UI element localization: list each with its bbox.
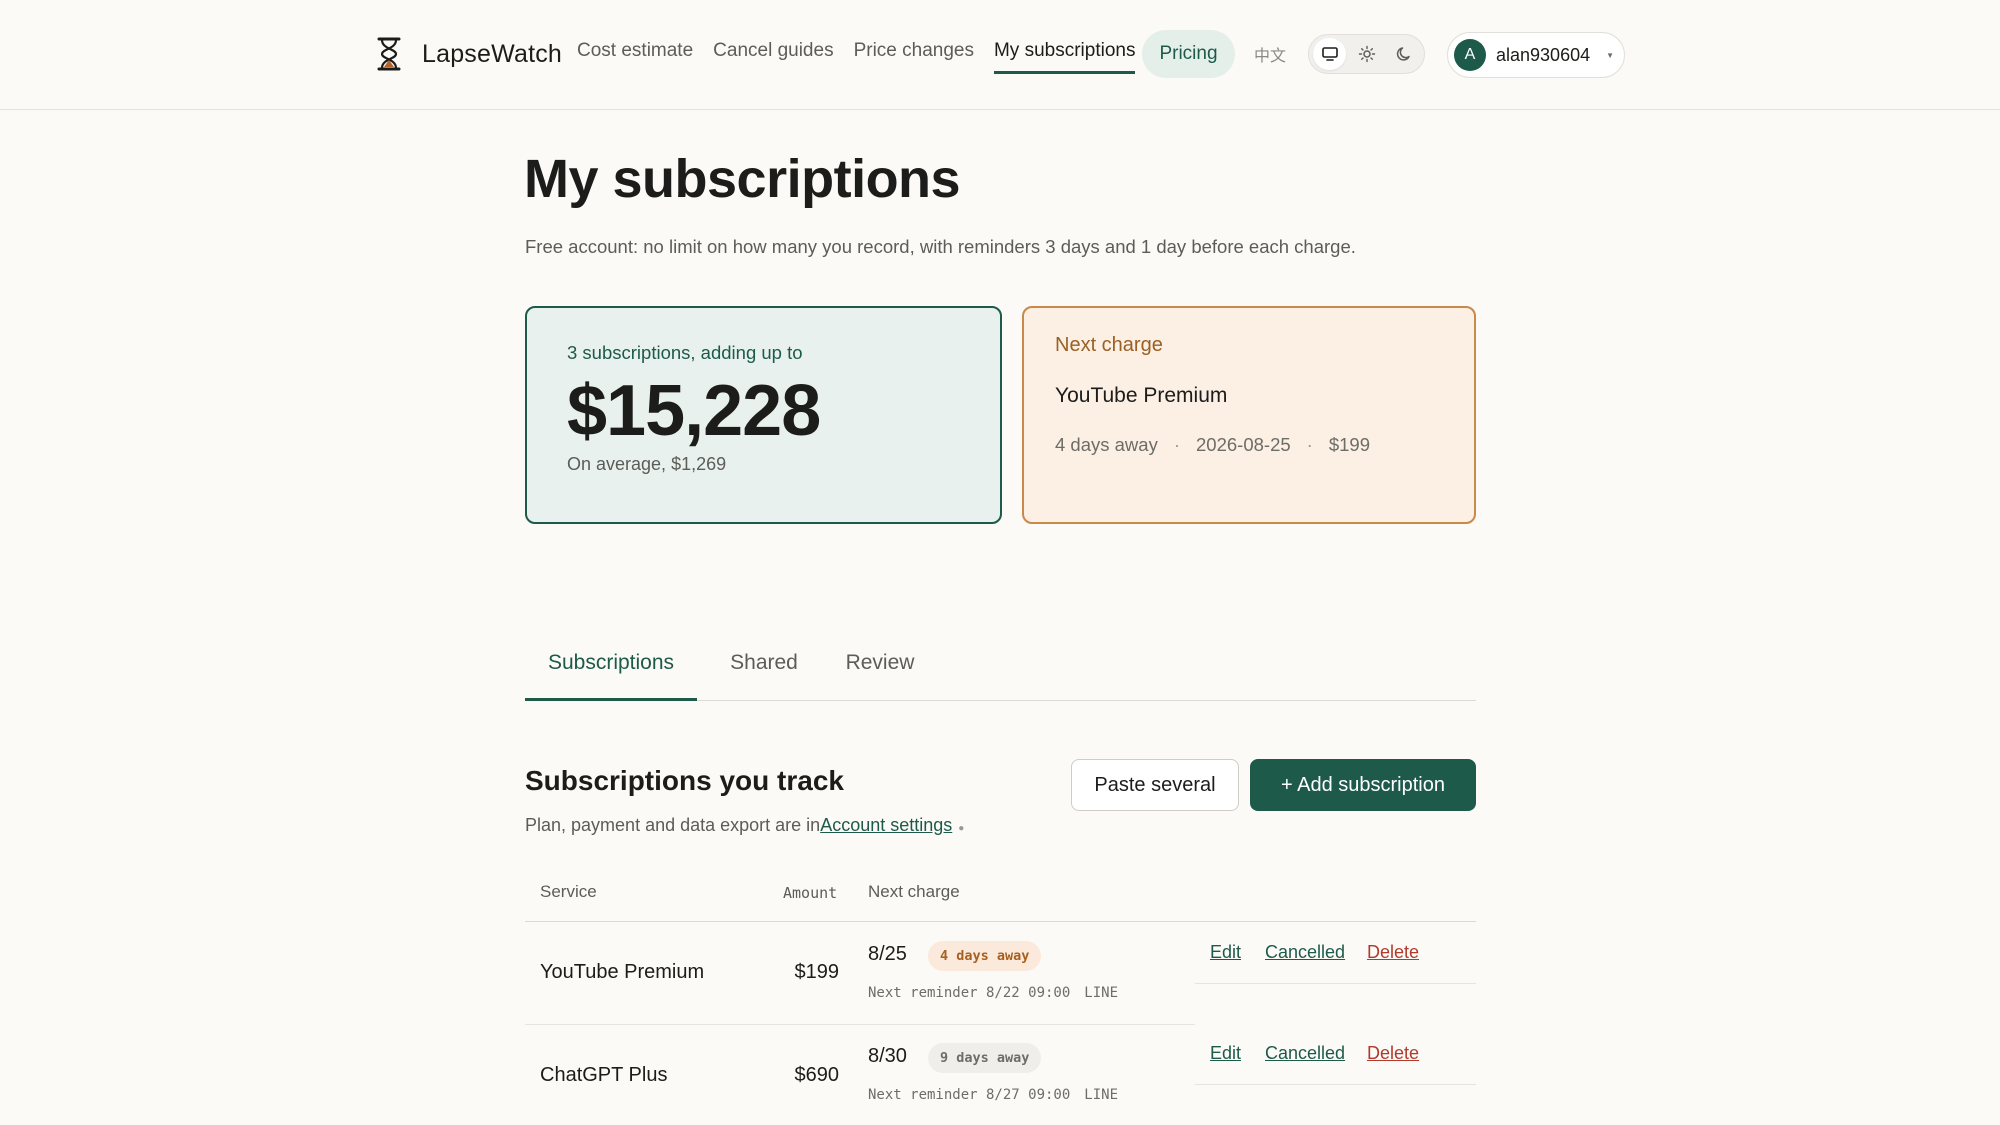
average-amount: On average, $1,269 (567, 454, 727, 474)
avatar: A (1454, 39, 1486, 71)
row-service: YouTube Premium (540, 961, 705, 983)
info-icon: ● (958, 823, 965, 834)
reminder-channel: LINE (1084, 985, 1119, 1001)
row-reminder: Next reminder 8/27 09:00 LINE (868, 1087, 1118, 1103)
row-amount: $690 (794, 1064, 840, 1086)
mark-cancelled-button[interactable]: Cancelled (1265, 942, 1345, 963)
section-subtitle-text: Plan, payment and data export are in (525, 815, 821, 835)
tab-bar: Subscriptions Shared Review (525, 644, 1476, 701)
username: alan930604 (1496, 44, 1591, 65)
account-settings-link[interactable]: Account settings (820, 815, 952, 835)
brand[interactable]: LapseWatch (374, 34, 562, 74)
theme-switcher (1308, 34, 1425, 74)
edit-button[interactable]: Edit (1210, 1043, 1241, 1064)
delete-button[interactable]: Delete (1367, 942, 1419, 963)
total-card: 3 subscriptions, adding up to $15,228 On… (525, 306, 1002, 524)
reminder-channel: LINE (1084, 1087, 1119, 1103)
row-divider (1195, 983, 1476, 984)
status-badge: 9 days away (928, 1043, 1042, 1073)
page-subtitle: Free account: no limit on how many you r… (525, 236, 1356, 257)
reminder-text: Next reminder 8/27 09:00 (868, 1087, 1071, 1103)
next-charge-days: 4 days away (1055, 434, 1158, 455)
status-badge: 4 days away (928, 941, 1042, 971)
chevron-down-icon: ▼ (1606, 50, 1615, 60)
tab-review[interactable]: Review (831, 644, 929, 701)
next-charge-date: 2026-08-25 (1196, 434, 1291, 455)
row-reminder: Next reminder 8/22 09:00 LINE (868, 985, 1118, 1001)
column-header-amount: Amount (783, 884, 838, 902)
reminder-text: Next reminder 8/22 09:00 (868, 985, 1071, 1001)
nav-cancel-guides[interactable]: Cancel guides (713, 40, 833, 74)
section-title: Subscriptions you track (525, 765, 844, 796)
top-navbar: LapseWatch Cost estimate Cancel guides P… (0, 0, 2000, 110)
total-amount: $15,228 (567, 371, 821, 451)
pricing-button[interactable]: Pricing (1142, 30, 1235, 78)
row-date: 8/30 (868, 1045, 907, 1067)
row-service: ChatGPT Plus (540, 1064, 668, 1086)
next-charge-amount: $199 (1328, 434, 1370, 455)
next-charge-label: Next charge (1055, 334, 1163, 356)
delete-button[interactable]: Delete (1367, 1043, 1419, 1064)
brand-name: LapseWatch (422, 39, 563, 68)
next-charge-card: Next charge YouTube Premium 4 days away … (1022, 306, 1476, 524)
total-label: 3 subscriptions, adding up to (567, 342, 803, 363)
nav-price-changes[interactable]: Price changes (854, 40, 974, 74)
mark-cancelled-button[interactable]: Cancelled (1265, 1043, 1345, 1064)
row-divider (1195, 1084, 1476, 1085)
next-charge-service: YouTube Premium (1055, 384, 1228, 407)
user-menu[interactable]: A alan930604 ▼ (1447, 32, 1625, 78)
row-divider (525, 1024, 1195, 1025)
moon-icon (1396, 47, 1410, 61)
row-amount: $199 (794, 961, 840, 983)
paste-several-button[interactable]: Paste several (1071, 759, 1239, 811)
column-header-next-charge: Next charge (868, 882, 960, 901)
hourglass-icon (377, 37, 401, 71)
theme-light-button[interactable] (1350, 38, 1383, 70)
separator-dot: · (1306, 434, 1313, 455)
main-nav: Cost estimate Cancel guides Price change… (577, 40, 1136, 74)
section-subtitle: Plan, payment and data export are inAcco… (525, 815, 964, 836)
sun-icon (1358, 45, 1375, 63)
column-header-service: Service (540, 882, 597, 901)
tab-subscriptions[interactable]: Subscriptions (525, 644, 697, 701)
table-header-divider (525, 921, 1476, 922)
language-toggle[interactable]: 中文 (1254, 42, 1286, 66)
nav-cost-estimate[interactable]: Cost estimate (577, 40, 693, 74)
separator-dot: · (1173, 434, 1181, 455)
tab-shared[interactable]: Shared (721, 644, 807, 701)
theme-dark-button[interactable] (1387, 38, 1420, 70)
page-title: My subscriptions (524, 149, 961, 209)
add-subscription-button[interactable]: + Add subscription (1250, 759, 1476, 811)
row-date: 8/25 (868, 943, 907, 965)
nav-my-subscriptions[interactable]: My subscriptions (993, 40, 1136, 74)
theme-system-button[interactable] (1313, 38, 1346, 70)
monitor-icon (1321, 47, 1338, 61)
next-charge-meta: 4 days away · 2026-08-25 · $199 (1055, 434, 1370, 456)
edit-button[interactable]: Edit (1210, 942, 1241, 963)
